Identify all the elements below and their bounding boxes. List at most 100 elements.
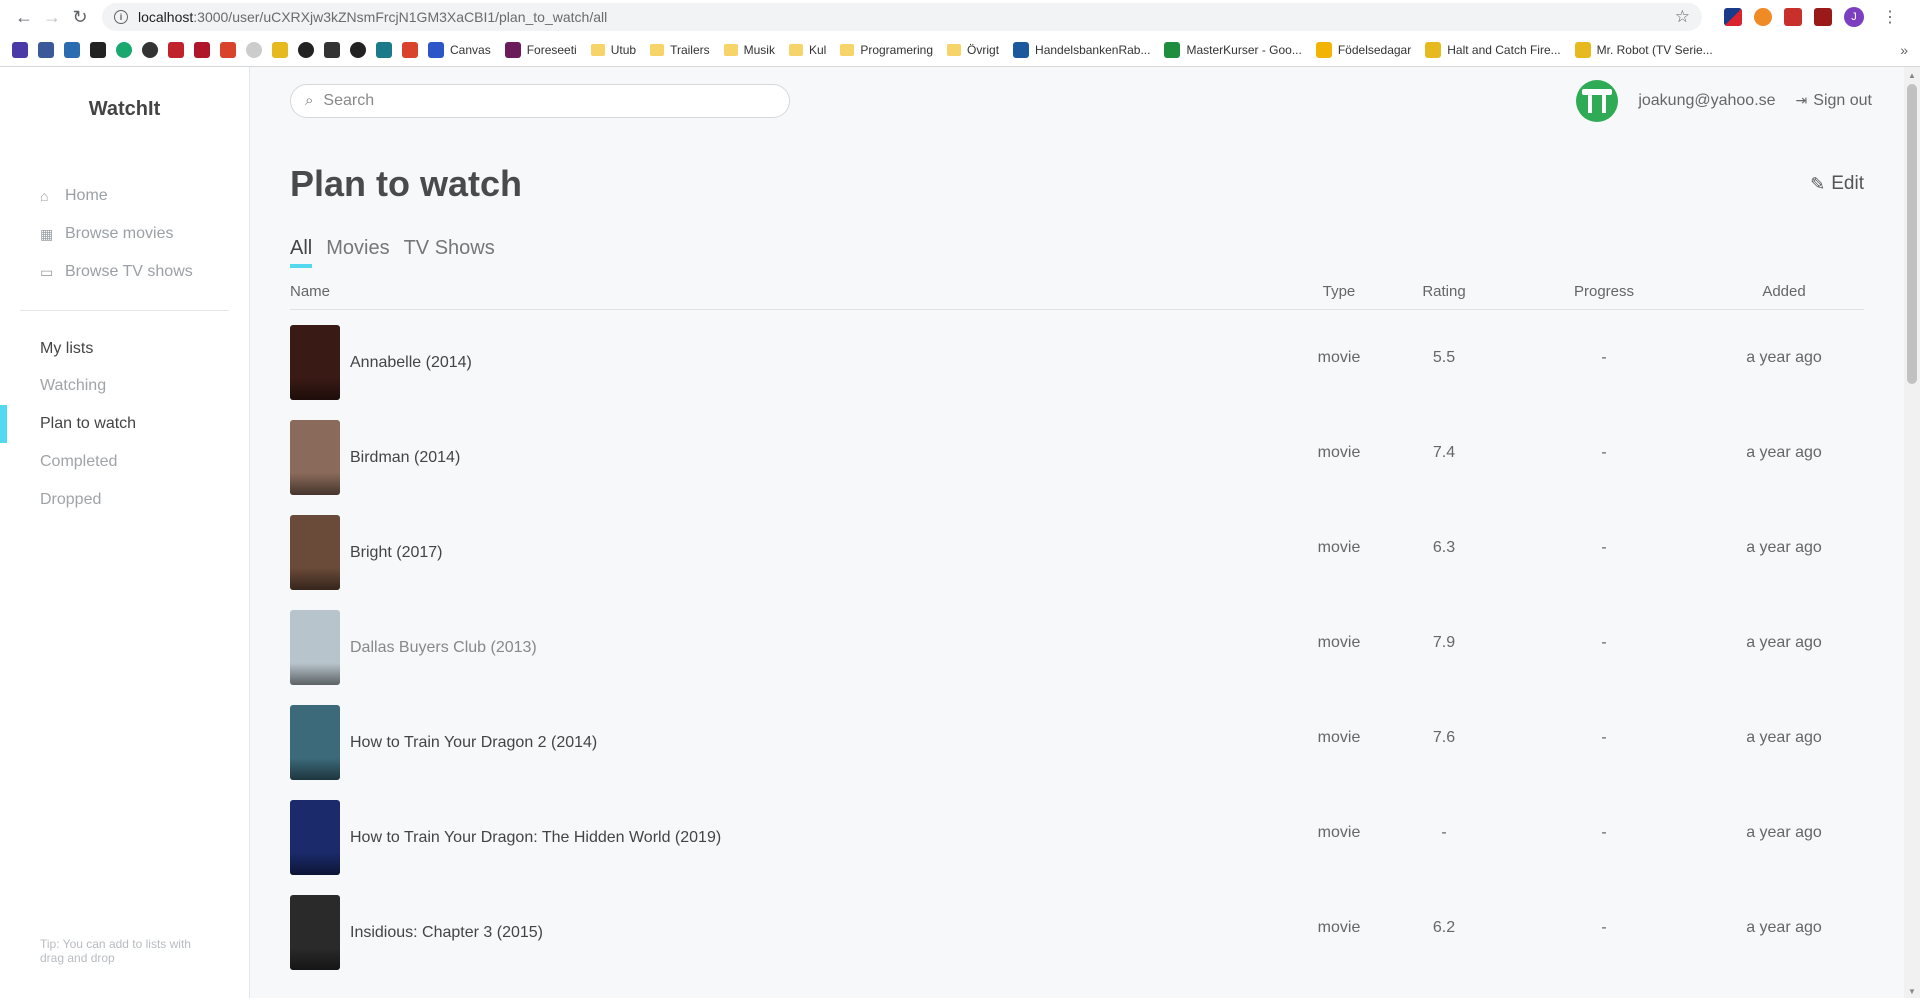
- scroll-down-icon[interactable]: ▼: [1908, 987, 1916, 996]
- table-row[interactable]: Insidious: Chapter 3 (2015) movie 6.2 - a ye…: [290, 880, 1864, 975]
- added-cell: a year ago: [1746, 443, 1822, 461]
- sc-icon[interactable]: [246, 42, 262, 58]
- table-row[interactable]: Birdman (2014) movie 7.4 - a year ago: [290, 405, 1864, 500]
- nav-item-browse-movies[interactable]: ▦ Browse movies: [0, 215, 249, 253]
- app-logo[interactable]: WatchIt: [0, 67, 249, 177]
- nav-item-browse-tv-shows[interactable]: ▭ Browse TV shows: [0, 253, 249, 291]
- title-link[interactable]: Birdman (2014): [350, 449, 460, 467]
- rotten-icon[interactable]: [324, 42, 340, 58]
- extension-icon[interactable]: [1784, 8, 1802, 26]
- scroll-up-icon[interactable]: ▲: [1908, 71, 1916, 80]
- type-cell: movie: [1317, 538, 1361, 556]
- handelsbanken-icon: [1013, 42, 1030, 58]
- green-icon[interactable]: [116, 42, 132, 58]
- poster-image[interactable]: [290, 800, 340, 875]
- bookmark-item[interactable]: Trailers: [650, 43, 710, 57]
- bookmark-item[interactable]: Canvas: [428, 42, 491, 58]
- reload-icon[interactable]: ↻: [66, 3, 94, 31]
- table-row[interactable]: Annabelle (2014) movie 5.5 - a year ago: [290, 310, 1864, 405]
- title-link[interactable]: Annabelle (2014): [350, 354, 472, 372]
- tab-all[interactable]: All: [290, 234, 313, 268]
- bookmark-item[interactable]: Utub: [590, 43, 636, 57]
- bookmark-item[interactable]: Övrigt: [947, 43, 999, 57]
- tab-movies[interactable]: Movies: [326, 234, 389, 268]
- extension-icon[interactable]: [1754, 8, 1772, 26]
- z-icon[interactable]: [168, 42, 184, 58]
- forward-icon[interactable]: →: [38, 3, 66, 31]
- bookmark-item[interactable]: Mr. Robot (TV Serie...: [1574, 42, 1713, 58]
- table-row[interactable]: Dallas Buyers Club (2013) movie 7.9 - a year…: [290, 595, 1864, 690]
- poster-image[interactable]: [290, 325, 340, 400]
- user-email: joakung@yahoo.se: [1638, 91, 1776, 109]
- list-item-plan-to-watch[interactable]: Plan to watch: [0, 405, 249, 443]
- f-icon[interactable]: [90, 42, 106, 58]
- sidebar: WatchIt ⌂ Home ▦ Browse movies ▭ Browse TV sh…: [0, 67, 250, 998]
- bookmark-item[interactable]: Halt and Catch Fire...: [1425, 42, 1561, 58]
- poster-image[interactable]: [290, 420, 340, 495]
- table-row[interactable]: How to Train Your Dragon: The Hidden Wor…: [290, 785, 1864, 880]
- list-item-watching[interactable]: Watching: [0, 367, 249, 405]
- search-box[interactable]: ⌕: [290, 83, 790, 118]
- more-bookmarks-icon[interactable]: »: [1900, 42, 1908, 58]
- title-link[interactable]: Dallas Buyers Club (2013): [350, 639, 537, 657]
- extension-icon[interactable]: [1814, 8, 1832, 26]
- column-name[interactable]: Name: [290, 283, 1294, 300]
- owl-icon[interactable]: [142, 42, 158, 58]
- list-item-completed[interactable]: Completed: [0, 443, 249, 481]
- poster-image[interactable]: [290, 610, 340, 685]
- extension-icon[interactable]: [1724, 8, 1742, 26]
- title-link[interactable]: How to Train Your Dragon 2 (2014): [350, 734, 597, 752]
- sidebar-divider: [20, 310, 229, 311]
- bookmark-item[interactable]: Foreseeti: [504, 42, 577, 58]
- menu-icon[interactable]: ⋮: [1882, 7, 1898, 27]
- word-icon[interactable]: [64, 42, 80, 58]
- poster-image[interactable]: [290, 895, 340, 970]
- column-type[interactable]: Type: [1294, 283, 1384, 300]
- column-rating[interactable]: Rating: [1384, 283, 1504, 300]
- poster-image[interactable]: [290, 705, 340, 780]
- tab-tv-shows[interactable]: TV Shows: [404, 234, 495, 268]
- table-row[interactable]: Bright (2017) movie 6.3 - a year ago: [290, 500, 1864, 595]
- title-link[interactable]: Bright (2017): [350, 544, 443, 562]
- bookmark-item[interactable]: Kul: [788, 43, 826, 57]
- mail-icon[interactable]: [12, 42, 28, 58]
- nav-item-home[interactable]: ⌂ Home: [0, 177, 249, 215]
- back-icon[interactable]: ←: [10, 3, 38, 31]
- search-input[interactable]: [323, 91, 744, 110]
- p-icon[interactable]: [194, 42, 210, 58]
- bookmark-item[interactable]: Programering: [840, 43, 933, 57]
- table-row[interactable]: How to Train Your Dragon 2 (2014) movie 7.…: [290, 690, 1864, 785]
- sign-out-button[interactable]: ⇥ Sign out: [1796, 92, 1872, 110]
- bookmark-item[interactable]: HandelsbankenRab...: [1013, 42, 1150, 58]
- profile-avatar[interactable]: J: [1844, 7, 1864, 27]
- github-icon[interactable]: [298, 42, 314, 58]
- slash-icon[interactable]: [220, 42, 236, 58]
- imdb-icon[interactable]: [272, 42, 288, 58]
- bookmark-item[interactable]: Födelsedagar: [1315, 42, 1411, 58]
- bookmark-label: Trailers: [670, 43, 710, 57]
- type-cell: movie: [1317, 633, 1361, 651]
- scrollbar[interactable]: ▲ ▼: [1904, 67, 1920, 998]
- name-cell: Annabelle (2014): [290, 315, 1294, 400]
- rating-cell: -: [1441, 823, 1447, 841]
- title-link[interactable]: Insidious: Chapter 3 (2015): [350, 924, 543, 942]
- s-icon[interactable]: [376, 42, 392, 58]
- c-icon[interactable]: [350, 42, 366, 58]
- slash-icon-2[interactable]: [402, 42, 418, 58]
- address-bar[interactable]: i localhost:3000/user/uCXRXjw3kZNsmFrcjN…: [102, 3, 1702, 31]
- list-item-dropped[interactable]: Dropped: [0, 481, 249, 519]
- column-added[interactable]: Added: [1704, 283, 1864, 300]
- bookmark-star-icon[interactable]: ☆: [1675, 7, 1690, 27]
- bookmark-label: Halt and Catch Fire...: [1447, 43, 1561, 57]
- bookmark-item[interactable]: Musik: [723, 43, 775, 57]
- avatar[interactable]: [1576, 79, 1619, 122]
- folder-icon: [590, 44, 605, 56]
- info-icon[interactable]: i: [114, 10, 128, 24]
- poster-image[interactable]: [290, 515, 340, 590]
- scrollbar-thumb[interactable]: [1907, 84, 1917, 384]
- column-progress[interactable]: Progress: [1504, 283, 1704, 300]
- facebook-icon[interactable]: [38, 42, 54, 58]
- bookmark-item[interactable]: MasterKurser - Goo...: [1164, 42, 1302, 58]
- title-link[interactable]: How to Train Your Dragon: The Hidden Wor…: [350, 829, 721, 847]
- edit-button[interactable]: ✎ Edit: [1810, 173, 1864, 195]
